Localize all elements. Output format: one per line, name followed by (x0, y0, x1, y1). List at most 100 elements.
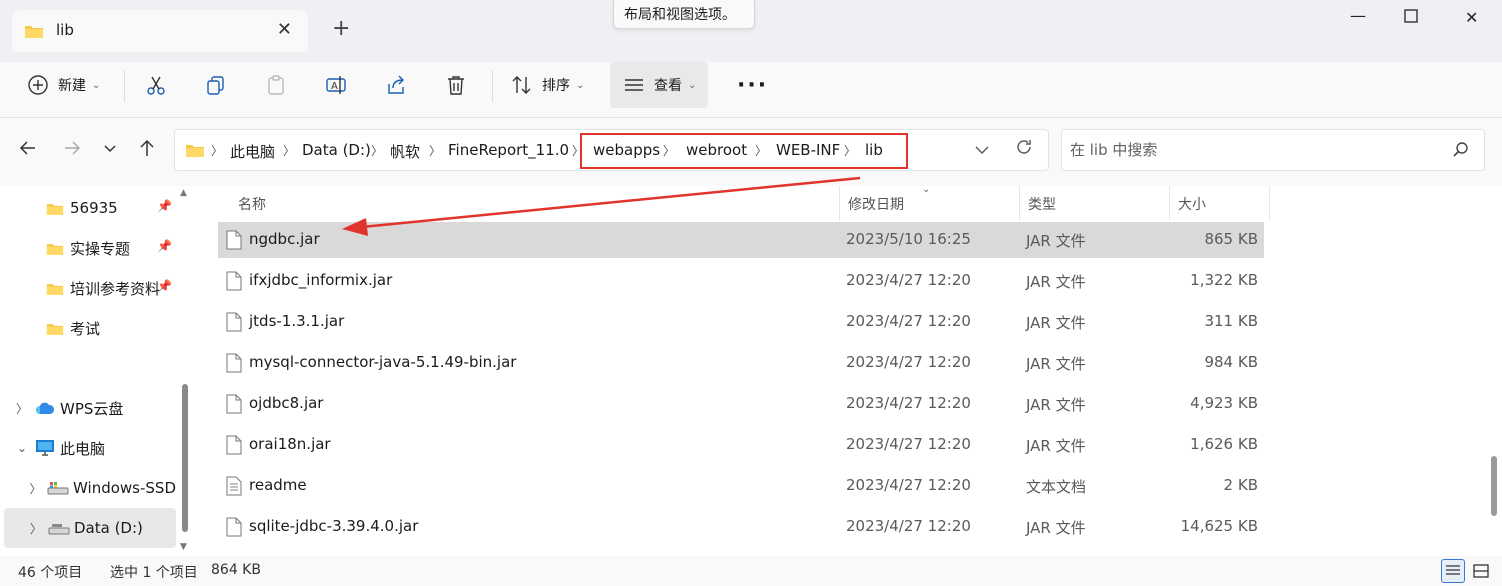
search-input[interactable] (1070, 139, 1430, 161)
new-button[interactable]: 新建 ⌄ (26, 62, 100, 108)
file-type: 文本文档 (1026, 478, 1087, 496)
paste-button[interactable] (264, 62, 288, 108)
more-options-icon[interactable]: ··· (737, 62, 768, 108)
file-name: ifxjdbc_informix.jar (249, 271, 393, 289)
nav-item-wps-cloud[interactable]: 〉 WPS云盘 (4, 388, 176, 428)
rename-button[interactable]: A (324, 62, 348, 108)
breadcrumb-item[interactable]: 帆软 (390, 141, 420, 162)
nav-item-data-drive[interactable]: 〉 Data (D:) (4, 508, 176, 548)
file-row[interactable]: ngdbc.jar 2023/5/10 16:25 JAR 文件 865 KB (218, 222, 1264, 258)
chevron-down-icon[interactable] (974, 142, 990, 162)
copy-button[interactable] (204, 62, 228, 108)
scroll-thumb[interactable] (1491, 456, 1497, 516)
item-count: 46 个项目 (18, 565, 83, 581)
drive-icon (48, 519, 70, 537)
divider (124, 70, 125, 102)
chevron-down-icon[interactable]: ⌄ (10, 441, 34, 455)
file-row[interactable]: jtds-1.3.1.jar 2023/4/27 12:20 JAR 文件 31… (218, 304, 1264, 340)
file-name: mysql-connector-java-5.1.49-bin.jar (249, 353, 517, 371)
address-bar[interactable]: 〉 此电脑 〉 Data (D:) 〉 帆软 〉 FineReport_11.0… (174, 129, 1049, 171)
trash-icon (444, 73, 468, 97)
file-icon (226, 230, 242, 254)
chevron-right-icon[interactable]: 〉 (10, 400, 34, 417)
file-row[interactable]: ojdbc8.jar 2023/4/27 12:20 JAR 文件 4,923 … (218, 386, 1264, 422)
maximize-icon[interactable] (1404, 8, 1418, 27)
file-size: 1,322 KB (1190, 271, 1258, 289)
column-header-name[interactable]: 名称 (230, 186, 840, 220)
scroll-thumb[interactable] (182, 384, 188, 532)
chevron-right-icon[interactable]: 〉 (24, 480, 47, 497)
column-header-size[interactable]: 大小 (1170, 186, 1270, 220)
file-type: JAR 文件 (1026, 519, 1086, 537)
file-name: ojdbc8.jar (249, 394, 324, 412)
chevron-right-icon[interactable]: 〉 (24, 520, 48, 537)
cut-button[interactable] (144, 62, 168, 108)
folder-icon (24, 23, 44, 43)
nav-item-exam[interactable]: 考试 (4, 308, 176, 348)
column-header-type[interactable]: 类型 (1020, 186, 1170, 220)
breadcrumb-item[interactable]: Data (D:) (302, 141, 371, 159)
nav-item-label: 实操专题 (70, 239, 131, 258)
file-date: 2023/4/27 12:20 (846, 517, 971, 535)
pin-icon: 📌 (157, 279, 172, 293)
view-label: 查看 (654, 78, 682, 94)
tiles-view-button[interactable] (1469, 559, 1493, 583)
scroll-up-icon[interactable]: ▲ (180, 188, 187, 198)
nav-item-label: 培训参考资料 (70, 279, 161, 298)
search-box[interactable] (1061, 129, 1485, 171)
chevron-right-icon: 〉 (429, 144, 442, 158)
search-icon[interactable] (1452, 141, 1470, 163)
add-icon (26, 73, 50, 97)
chevron-right-icon: 〉 (371, 144, 384, 158)
file-icon (226, 435, 242, 459)
nav-item-windows-ssd[interactable]: 〉 Windows-SSD (4, 468, 177, 508)
sort-icon (510, 73, 534, 97)
file-date: 2023/4/27 12:20 (846, 394, 971, 412)
details-view-icon (1446, 565, 1460, 575)
file-date: 2023/5/10 16:25 (846, 230, 971, 248)
file-row[interactable]: readme 2023/4/27 12:20 文本文档 2 KB (218, 468, 1264, 504)
file-row[interactable]: ifxjdbc_informix.jar 2023/4/27 12:20 JAR… (218, 263, 1264, 299)
file-icon (226, 517, 242, 541)
new-tab-icon[interactable]: + (332, 18, 350, 40)
refresh-icon[interactable] (1014, 137, 1034, 162)
recent-locations-icon[interactable] (102, 138, 118, 163)
file-size: 984 KB (1204, 353, 1258, 371)
back-icon[interactable] (18, 138, 38, 163)
file-row[interactable]: orai18n.jar 2023/4/27 12:20 JAR 文件 1,626… (218, 427, 1264, 463)
minimize-icon[interactable]: — (1350, 6, 1366, 25)
file-type: JAR 文件 (1026, 232, 1086, 250)
nav-item-practice[interactable]: 实操专题 📌 (4, 228, 176, 268)
file-date: 2023/4/27 12:20 (846, 435, 971, 453)
details-view-button[interactable] (1441, 559, 1465, 583)
nav-item-training[interactable]: 培训参考资料 📌 (4, 268, 176, 308)
nav-scrollbar[interactable]: ▲ ▼ (178, 186, 192, 556)
up-icon[interactable] (137, 138, 157, 163)
folder-icon (185, 142, 205, 162)
chevron-down-icon: ⌄ (576, 79, 585, 91)
tab-title: lib (56, 21, 74, 39)
breadcrumb-item[interactable]: FineReport_11.0 (448, 141, 569, 159)
folder-icon (44, 319, 66, 337)
forward-icon[interactable] (62, 138, 82, 163)
highlight-box (580, 133, 908, 169)
view-button[interactable]: 查看 ⌄ (610, 62, 709, 108)
breadcrumb-item[interactable]: 此电脑 (230, 141, 275, 162)
file-size: 311 KB (1204, 312, 1258, 330)
window-close-icon[interactable]: ✕ (1465, 8, 1478, 27)
file-list-scrollbar[interactable] (1488, 186, 1502, 556)
file-name: ngdbc.jar (249, 230, 320, 248)
scroll-down-icon[interactable]: ▼ (180, 542, 187, 552)
close-icon[interactable]: ✕ (277, 19, 292, 40)
nav-item-this-pc[interactable]: ⌄ 此电脑 (4, 428, 176, 468)
tab-lib[interactable]: lib ✕ (12, 10, 308, 52)
sort-label: 排序 (542, 78, 570, 94)
file-row[interactable]: mysql-connector-java-5.1.49-bin.jar 2023… (218, 345, 1264, 381)
chevron-down-icon: ⌄ (688, 79, 697, 91)
delete-button[interactable] (444, 62, 468, 108)
sort-button[interactable]: 排序 ⌄ (510, 62, 584, 108)
share-button[interactable] (384, 62, 408, 108)
nav-item-56935[interactable]: 56935 📌 (4, 188, 176, 228)
file-name: sqlite-jdbc-3.39.4.0.jar (249, 517, 419, 535)
file-row[interactable]: sqlite-jdbc-3.39.4.0.jar 2023/4/27 12:20… (218, 509, 1264, 545)
